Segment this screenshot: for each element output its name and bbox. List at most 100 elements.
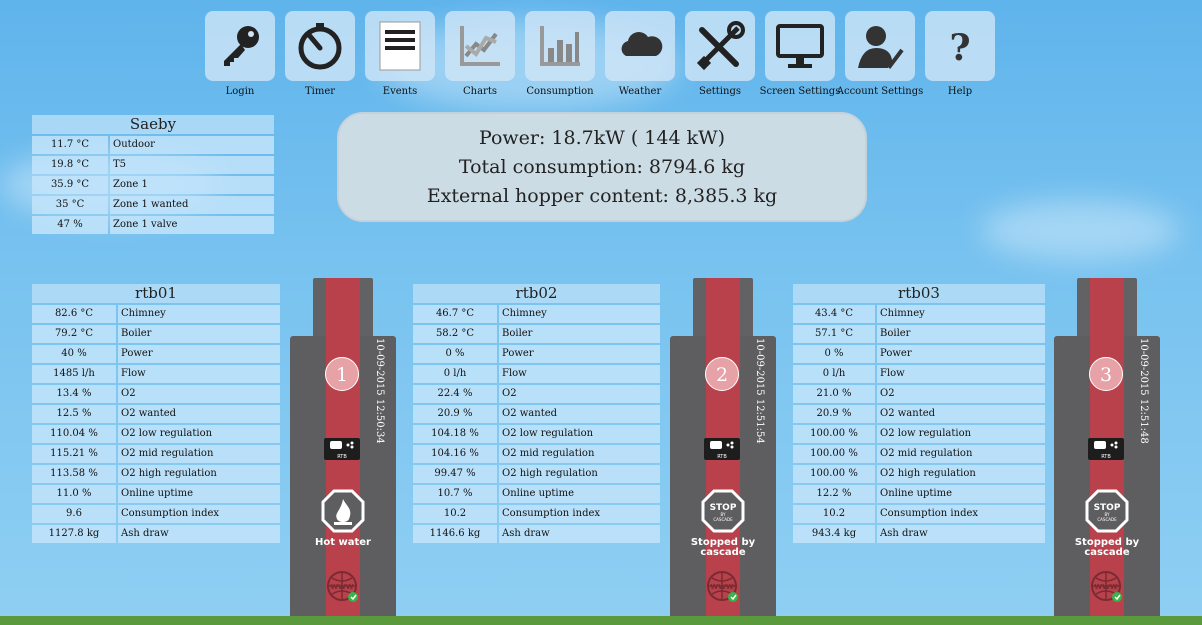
row-label: Outdoor (110, 136, 274, 154)
table-row: 9.6 Consumption index (32, 505, 280, 523)
account-settings-button[interactable]: Account Settings (837, 11, 923, 97)
row-value: 0 l/h (413, 365, 497, 383)
login-button[interactable]: Login (205, 11, 275, 97)
row-label: Power (499, 345, 660, 363)
account-settings-button-box (845, 11, 915, 81)
table-row: 110.04 % O2 low regulation (32, 425, 280, 443)
table-row: 43.4 °C Chimney (793, 305, 1045, 323)
row-label: O2 wanted (499, 405, 660, 423)
ground-strip (0, 616, 1202, 625)
row-value: 99.47 % (413, 465, 497, 483)
boiler-status: Stopped by cascade (690, 537, 756, 558)
rtb-badge-text: RTB (337, 454, 347, 460)
table-row: 10.2 Consumption index (413, 505, 660, 523)
help-button[interactable]: ? Help (925, 11, 995, 97)
boiler-rtb02[interactable]: 2 10-09-2015 12:51:54 RTB STOP BY CASCAD… (670, 278, 776, 620)
table-row: 82.6 °C Chimney (32, 305, 280, 323)
unit-rows: 82.6 °C Chimney 79.2 °C Boiler 40 % Power 1485… (32, 305, 280, 543)
row-label: Consumption index (499, 505, 660, 523)
table-row: 21.0 % O2 (793, 385, 1045, 403)
unit-rows: 43.4 °C Chimney 57.1 °C Boiler 0 % Power 0 l/h… (793, 305, 1045, 543)
table-row: 12.5 % O2 wanted (32, 405, 280, 423)
site-title: Saeby (32, 115, 274, 134)
table-row: 99.47 % O2 high regulation (413, 465, 660, 483)
table-row: 10.7 % Online uptime (413, 485, 660, 503)
row-value: 11.7 °C (32, 136, 108, 154)
boiler-timestamp: 10-09-2015 12:51:48 (1138, 338, 1149, 444)
row-value: 104.18 % (413, 425, 497, 443)
row-value: 20.9 % (413, 405, 497, 423)
row-value: 82.6 °C (32, 305, 116, 323)
consumption-button-box (525, 11, 595, 81)
table-row: 100.00 % O2 low regulation (793, 425, 1045, 443)
site-rows: 11.7 °C Outdoor 19.8 °C T5 35.9 °C Zone 1 35 °… (32, 136, 274, 234)
table-row: 104.18 % O2 low regulation (413, 425, 660, 443)
table-row: 104.16 % O2 mid regulation (413, 445, 660, 463)
table-row: 35 °C Zone 1 wanted (32, 196, 274, 214)
boiler-status: Stopped by cascade (1074, 537, 1140, 558)
stop-cascade: CASCADE (1097, 517, 1117, 522)
row-label: Consumption index (877, 505, 1045, 523)
row-value: 0 % (413, 345, 497, 363)
rtb-badge: RTB (1088, 438, 1124, 460)
table-row: 11.7 °C Outdoor (32, 136, 274, 154)
row-value: 113.58 % (32, 465, 116, 483)
boiler-rtb01[interactable]: 1 10-09-2015 12:50:34 RTB Hot water WWW (290, 278, 396, 620)
boiler-rtb03[interactable]: 3 10-09-2015 12:51:48 RTB STOP BY CASCAD… (1054, 278, 1160, 620)
settings-label: Settings (699, 86, 741, 97)
weather-button[interactable]: Weather (605, 11, 675, 97)
help-label: Help (947, 86, 973, 97)
screen-settings-button[interactable]: Screen Settings (760, 11, 840, 97)
power-text: Power: 18.7kW ( 144 kW) (478, 126, 726, 149)
row-value: 35.9 °C (32, 176, 108, 194)
row-label: Online uptime (499, 485, 660, 503)
events-button-box (365, 11, 435, 81)
row-label: O2 low regulation (877, 425, 1045, 443)
rtb-display-icon (1094, 441, 1118, 449)
stop-icon: STOP BY CASCADE (1085, 489, 1129, 533)
table-row: 57.1 °C Boiler (793, 325, 1045, 343)
question-icon: ? (949, 27, 970, 69)
main-toolbar: Login Timer Events Charts Consumption We… (205, 11, 995, 97)
table-row: 20.9 % O2 wanted (413, 405, 660, 423)
unit-title: rtb03 (793, 284, 1045, 303)
row-label: Zone 1 valve (110, 216, 274, 234)
cloud-icon (621, 32, 663, 56)
unit-title: rtb02 (413, 284, 660, 303)
row-label: Ash draw (118, 525, 280, 543)
row-label: Ash draw (877, 525, 1045, 543)
row-label: Zone 1 (110, 176, 274, 194)
table-row: 0 l/h Flow (413, 365, 660, 383)
row-label: Consumption index (118, 505, 280, 523)
row-label: Chimney (118, 305, 280, 323)
table-row: 113.58 % O2 high regulation (32, 465, 280, 483)
unit-rows: 46.7 °C Chimney 58.2 °C Boiler 0 % Power 0 l/h… (413, 305, 660, 543)
settings-button[interactable]: Settings (685, 11, 755, 97)
web-globe-icon: WWW (707, 571, 738, 602)
row-value: 13.4 % (32, 385, 116, 403)
row-value: 943.4 kg (793, 525, 875, 543)
table-row: 0 % Power (793, 345, 1045, 363)
table-row: 19.8 °C T5 (32, 156, 274, 174)
row-value: 1127.8 kg (32, 525, 116, 543)
table-row: 1127.8 kg Ash draw (32, 525, 280, 543)
row-value: 20.9 % (793, 405, 875, 423)
events-label: Events (382, 86, 418, 97)
rtb-display-icon (710, 441, 734, 449)
rtb-badge-text: RTB (1101, 454, 1111, 460)
row-value: 21.0 % (793, 385, 875, 403)
stop-icon: STOP BY CASCADE (701, 489, 745, 533)
table-row: 20.9 % O2 wanted (793, 405, 1045, 423)
consumption-button[interactable]: Consumption (525, 11, 595, 97)
row-value: 100.00 % (793, 465, 875, 483)
row-label: O2 (877, 385, 1045, 403)
timer-label: Timer (304, 86, 336, 97)
row-value: 104.16 % (413, 445, 497, 463)
row-label: Zone 1 wanted (110, 196, 274, 214)
table-row: 35.9 °C Zone 1 (32, 176, 274, 194)
events-button[interactable]: Events (365, 11, 435, 97)
row-value: 115.21 % (32, 445, 116, 463)
timer-button[interactable]: Timer (285, 11, 355, 97)
charts-button[interactable]: Charts (445, 11, 515, 97)
charts-icon (460, 26, 500, 66)
